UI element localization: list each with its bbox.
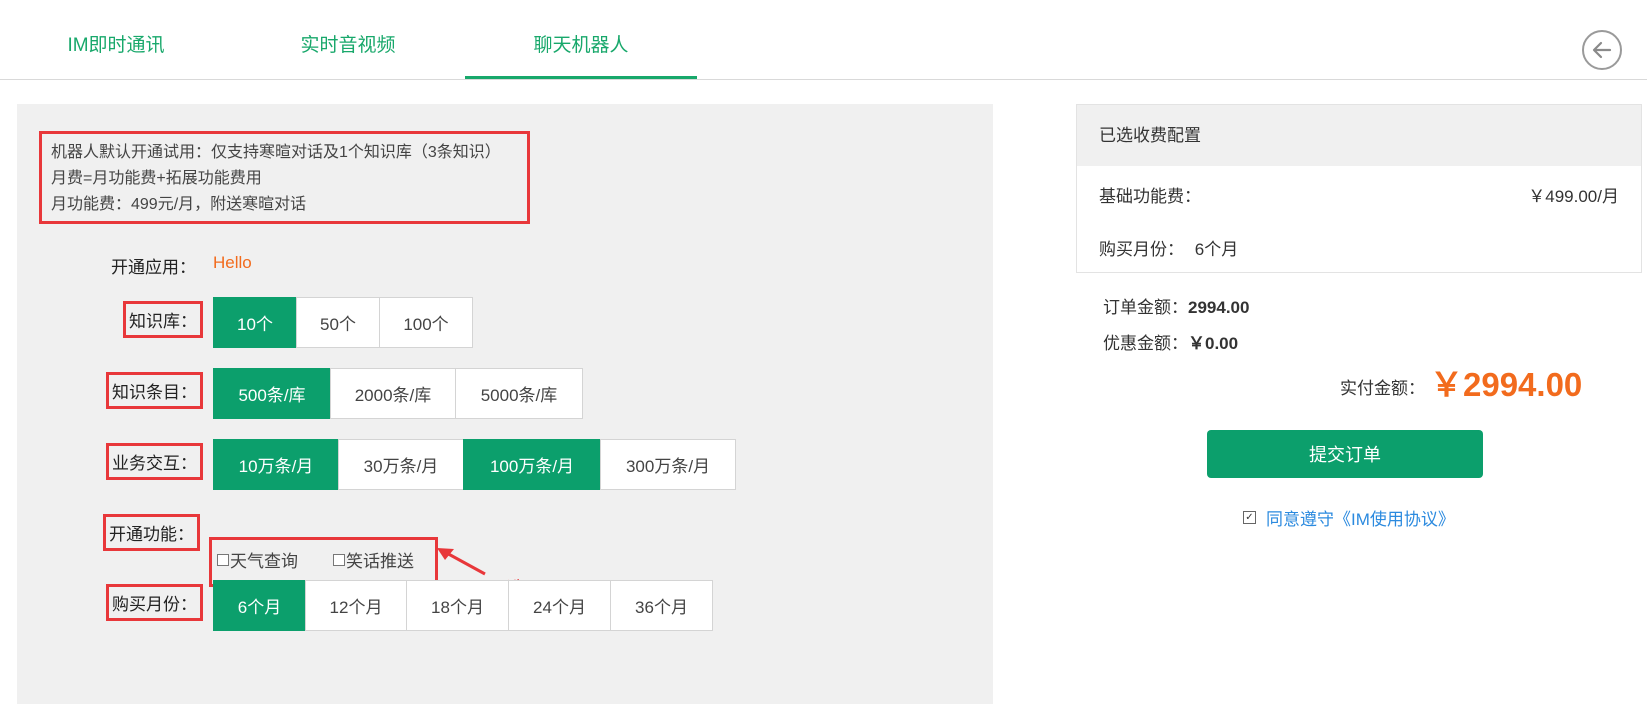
order-amount: 订单金额：2994.00 <box>1103 293 1249 318</box>
app-name: Hello <box>213 253 252 272</box>
checkbox-jokes-label: 笑话推送 <box>346 552 414 571</box>
option-biz-300w[interactable]: 300万条/月 <box>600 439 736 490</box>
back-button[interactable] <box>1582 30 1622 70</box>
features-label: 开通功能： <box>103 514 200 551</box>
option-month-36[interactable]: 36个月 <box>610 580 713 631</box>
months-label-text: 购买月份： <box>112 595 197 614</box>
months-label: 购买月份： <box>106 584 203 621</box>
summary-months: 购买月份： 6个月 <box>1099 235 1238 260</box>
knowledge-base-label: 知识库： <box>123 301 203 338</box>
option-biz-100w[interactable]: 100万条/月 <box>463 439 601 490</box>
option-kb-10[interactable]: 10个 <box>213 297 297 348</box>
arrow-left-icon <box>1592 41 1612 59</box>
checkbox-weather-label: 天气查询 <box>230 552 298 571</box>
info-notice: 机器人默认开通试用：仅支持寒暄对话及1个知识库（3条知识） 月费=月功能费+拓展… <box>39 131 530 224</box>
summary-months-value: 6个月 <box>1194 240 1239 259</box>
discount-amount: 优惠金额：￥0.00 <box>1103 329 1238 354</box>
option-month-18[interactable]: 18个月 <box>406 580 509 631</box>
option-items-5000[interactable]: 5000条/库 <box>455 368 583 419</box>
knowledge-items-label-text: 知识条目： <box>112 383 197 402</box>
knowledge-base-label-text: 知识库： <box>129 312 197 331</box>
agree-checkbox[interactable]: ✓ <box>1243 511 1256 524</box>
tab-bar: IM即时通讯 实时音视频 聊天机器人 <box>0 0 1647 80</box>
option-biz-10w[interactable]: 10万条/月 <box>213 439 339 490</box>
option-items-500[interactable]: 500条/库 <box>213 368 331 419</box>
base-fee-price: ￥499.00/月 <box>1528 187 1619 206</box>
base-fee-label: 基础功能费： <box>1099 187 1201 206</box>
discount-value: ￥0.00 <box>1188 334 1239 353</box>
pay-amount-label: 实付金额： <box>1340 379 1425 398</box>
knowledge-base-options: 10个 50个 100个 <box>213 297 473 348</box>
business-options: 10万条/月 30万条/月 100万条/月 300万条/月 <box>213 439 736 490</box>
agreement-link[interactable]: 同意遵守《IM使用协议》 <box>1266 505 1455 530</box>
features-label-text: 开通功能： <box>109 525 194 544</box>
summary-card: 已选收费配置 基础功能费： ￥499.00/月 购买月份： 6个月 <box>1076 104 1642 273</box>
summary-title: 已选收费配置 <box>1077 105 1641 166</box>
submit-order-button[interactable]: 提交订单 <box>1207 430 1483 478</box>
option-items-2000[interactable]: 2000条/库 <box>330 368 456 419</box>
discount-label: 优惠金额： <box>1103 334 1188 353</box>
option-month-24[interactable]: 24个月 <box>508 580 611 631</box>
info-line-1: 机器人默认开通试用：仅支持寒暄对话及1个知识库（3条知识） <box>51 144 501 161</box>
option-month-6[interactable]: 6个月 <box>213 580 306 631</box>
info-line-2: 月费=月功能费+拓展功能费用 <box>51 170 262 187</box>
business-label: 业务交互： <box>106 443 203 480</box>
pay-amount-value: ￥2994.00 <box>1430 366 1583 403</box>
order-amount-label: 订单金额： <box>1103 298 1188 317</box>
knowledge-items-options: 500条/库 2000条/库 5000条/库 <box>213 368 583 419</box>
option-kb-100[interactable]: 100个 <box>379 297 473 348</box>
tab-chatbot[interactable]: 聊天机器人 <box>465 0 697 79</box>
app-label: 开通应用： <box>111 258 196 277</box>
option-month-12[interactable]: 12个月 <box>305 580 407 631</box>
config-panel: 机器人默认开通试用：仅支持寒暄对话及1个知识库（3条知识） 月费=月功能费+拓展… <box>17 104 993 704</box>
checkbox-box[interactable] <box>333 553 345 566</box>
summary-months-label: 购买月份： <box>1099 240 1184 259</box>
info-line-3: 月功能费：499元/月，附送寒暄对话 <box>51 196 307 213</box>
business-label-text: 业务交互： <box>112 454 197 473</box>
annotation-arrow-icon <box>437 548 486 576</box>
order-amount-value: 2994.00 <box>1188 298 1250 317</box>
checkbox-box[interactable] <box>217 553 229 566</box>
option-biz-30w[interactable]: 30万条/月 <box>338 439 464 490</box>
checkbox-jokes[interactable]: 笑话推送 <box>333 547 414 572</box>
tab-im[interactable]: IM即时通讯 <box>0 0 232 79</box>
tab-audio-video[interactable]: 实时音视频 <box>232 0 464 79</box>
option-kb-50[interactable]: 50个 <box>296 297 380 348</box>
agreement: ✓ 同意遵守《IM使用协议》 <box>1243 505 1455 530</box>
months-options: 6个月 12个月 18个月 24个月 36个月 <box>213 580 713 631</box>
checkbox-weather[interactable]: 天气查询 <box>217 547 298 572</box>
knowledge-items-label: 知识条目： <box>106 372 203 409</box>
